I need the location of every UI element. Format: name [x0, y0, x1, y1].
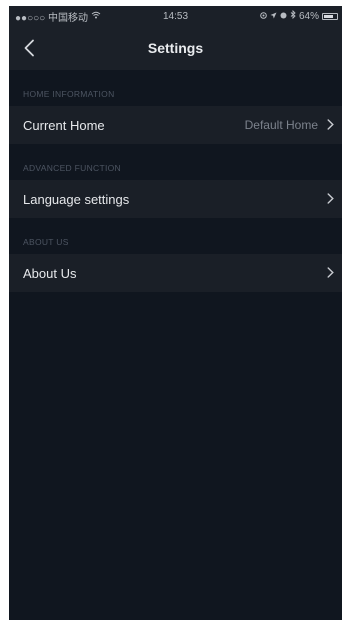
carrier-label: ●●○○○ 中国移动	[15, 12, 88, 24]
language-settings-label: Language settings	[23, 191, 130, 207]
status-left: ●●○○○ 中国移动	[15, 9, 260, 24]
current-home-row[interactable]: Current Home Default Home	[9, 106, 342, 144]
language-settings-row[interactable]: Language settings	[9, 180, 342, 218]
chevron-right-icon	[326, 265, 334, 282]
section-header-home-information: HOME INFORMATION	[23, 89, 115, 99]
navigation-bar: Settings	[9, 26, 342, 70]
status-time: 14:53	[162, 10, 189, 22]
navigation-arrow-icon	[270, 11, 277, 22]
page-title: Settings	[147, 40, 204, 56]
section-header-about-us: ABOUT US	[23, 237, 69, 247]
about-us-row[interactable]: About Us	[9, 254, 342, 292]
chevron-right-icon	[326, 191, 334, 208]
status-right: 64%	[260, 9, 338, 22]
status-bar: ●●○○○ 中国移动 14:53 64%	[9, 6, 342, 26]
location-icon	[260, 11, 267, 22]
current-home-label: Current Home	[23, 117, 105, 133]
chevron-left-icon	[24, 39, 34, 57]
about-us-label: About Us	[23, 265, 77, 281]
bluetooth-icon	[290, 9, 296, 22]
alarm-icon	[280, 11, 287, 22]
battery-icon	[322, 12, 338, 20]
wifi-icon	[91, 11, 101, 22]
back-button[interactable]	[9, 26, 49, 70]
chevron-right-icon	[326, 117, 334, 134]
section-header-advanced-function: ADVANCED FUNCTION	[23, 163, 121, 173]
app-screen: ●●○○○ 中国移动 14:53 64% Settings HOME INFOR…	[9, 6, 342, 620]
settings-list: HOME INFORMATION Current Home Default Ho…	[9, 84, 342, 292]
current-home-value: Default Home	[244, 118, 318, 132]
battery-percentage: 64%	[298, 10, 319, 22]
